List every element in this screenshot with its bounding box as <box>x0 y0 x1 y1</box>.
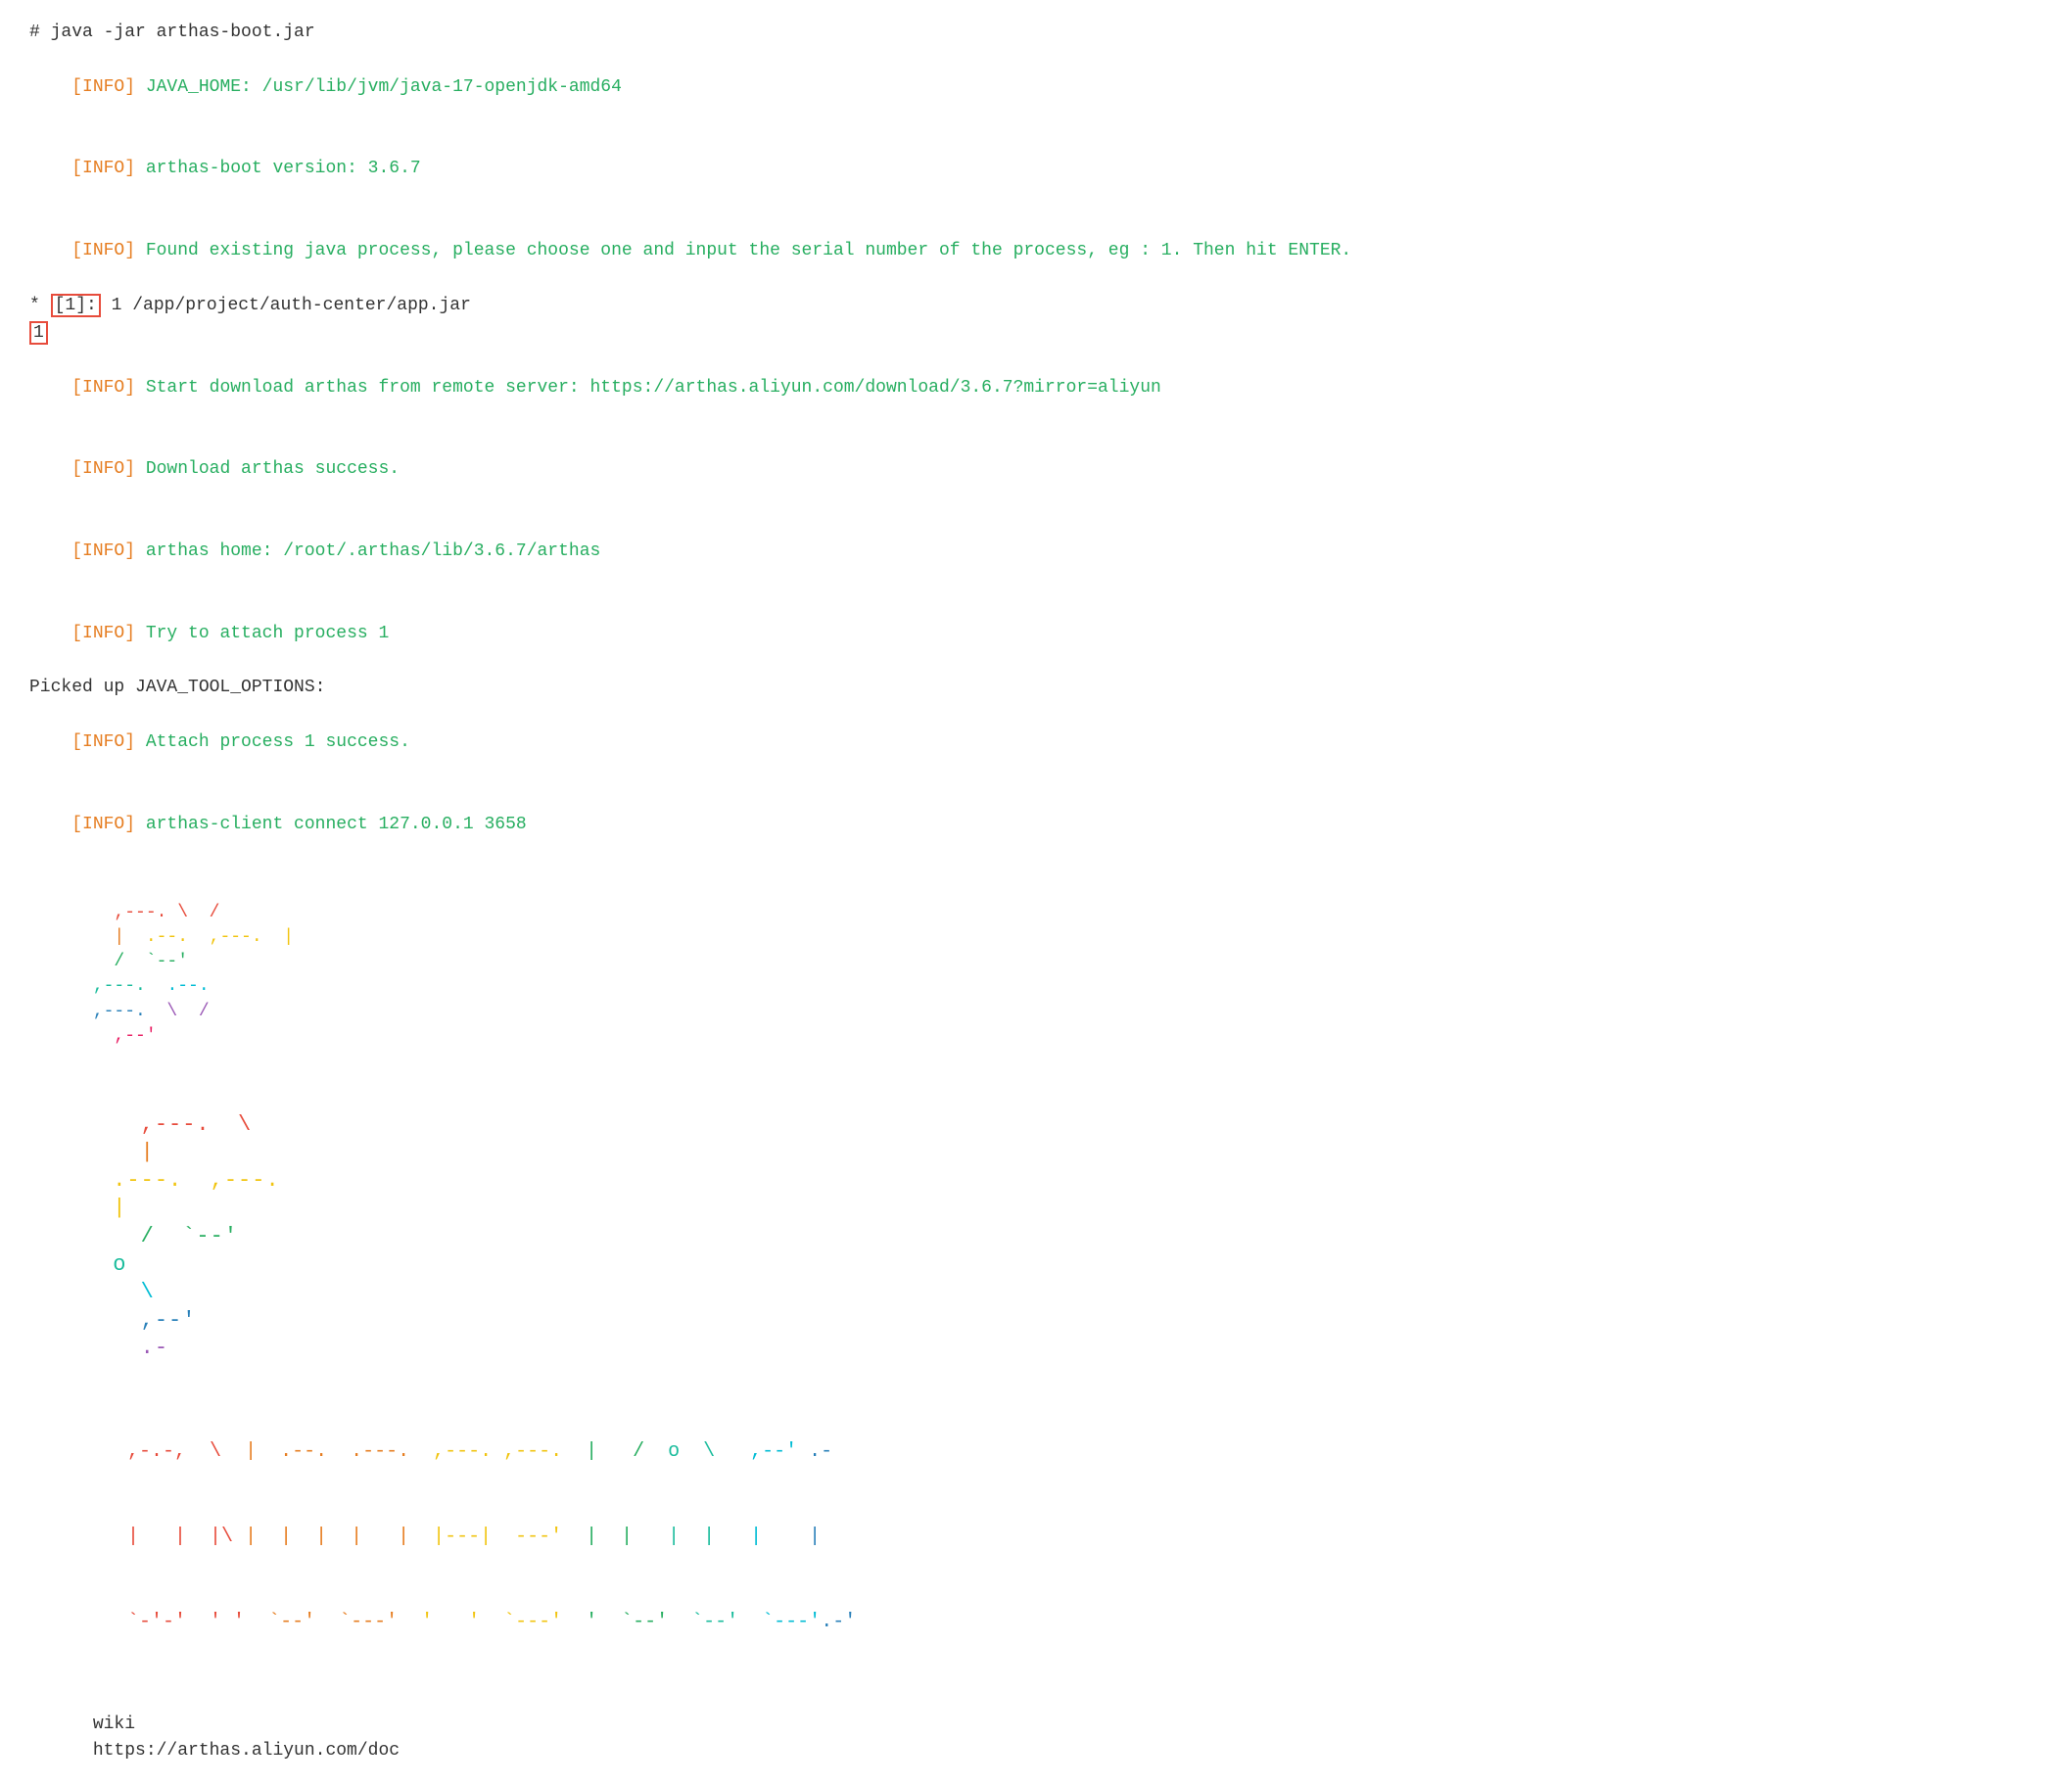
arthas-ascii-logo: ,-.-, \ | .--. .---. ,---. ,---. | / o \… <box>33 1409 2043 1665</box>
ascii-row-1: ,---. \ | .---. ,---. | / `--' o \ ,--' … <box>29 1083 2043 1391</box>
info-line-8: [INFO] Attach process 1 success. <box>29 702 2043 784</box>
java-opts-line: Picked up JAVA_TOOL_OPTIONS: <box>29 675 2043 702</box>
ascii-art-container: ,---. \ | .---. ,---. | / `--' o \ ,--' … <box>29 1083 2043 1391</box>
process-highlight: [1]: <box>51 294 101 317</box>
wiki-row: wiki https://arthas.aliyun.com/doc <box>29 1684 2043 1786</box>
ascii-art-logo: ,---. \ / | .--. ,---. | / `--' ,---. .-… <box>29 876 2043 1074</box>
info-table: wiki https://arthas.aliyun.com/doc tutor… <box>29 1684 2043 1786</box>
process-line: * [1]: 1 /app/project/auth-center/app.ja… <box>29 293 2043 320</box>
cmd-line: # java -jar arthas-boot.jar <box>29 20 2043 47</box>
input-highlight: 1 <box>29 321 48 345</box>
info-line-1: [INFO] JAVA_HOME: /usr/lib/jvm/java-17-o… <box>29 47 2043 129</box>
wiki-label: wiki <box>93 1712 201 1739</box>
info-line-6: [INFO] arthas home: /root/.arthas/lib/3.… <box>29 511 2043 593</box>
info-line-2: [INFO] arthas-boot version: 3.6.7 <box>29 129 2043 212</box>
ascii-art-line2: | | |\ | | | | | |---| ---' | | | | | | <box>33 1494 2043 1579</box>
info-line-9: [INFO] arthas-client connect 127.0.0.1 3… <box>29 784 2043 867</box>
ascii-art-line1: ,-.-, \ | .--. .---. ,---. ,---. | / o \… <box>33 1409 2043 1494</box>
wiki-value: https://arthas.aliyun.com/doc <box>93 1741 400 1761</box>
input-line: 1 <box>29 320 2043 348</box>
ascii-art-line3: `-'-' ' ' `--' `---' ' ' `---' ' `--' `-… <box>33 1579 2043 1665</box>
terminal-output: # java -jar arthas-boot.jar [INFO] JAVA_… <box>29 20 2043 1786</box>
info-line-5: [INFO] Download arthas success. <box>29 429 2043 511</box>
info-line-7: [INFO] Try to attach process 1 <box>29 593 2043 676</box>
info-line-4: [INFO] Start download arthas from remote… <box>29 348 2043 430</box>
info-line-3: [INFO] Found existing java process, plea… <box>29 211 2043 293</box>
ascii-line-1: ,---. \ / | .--. ,---. | / `--' ,---. .-… <box>29 876 2043 1074</box>
